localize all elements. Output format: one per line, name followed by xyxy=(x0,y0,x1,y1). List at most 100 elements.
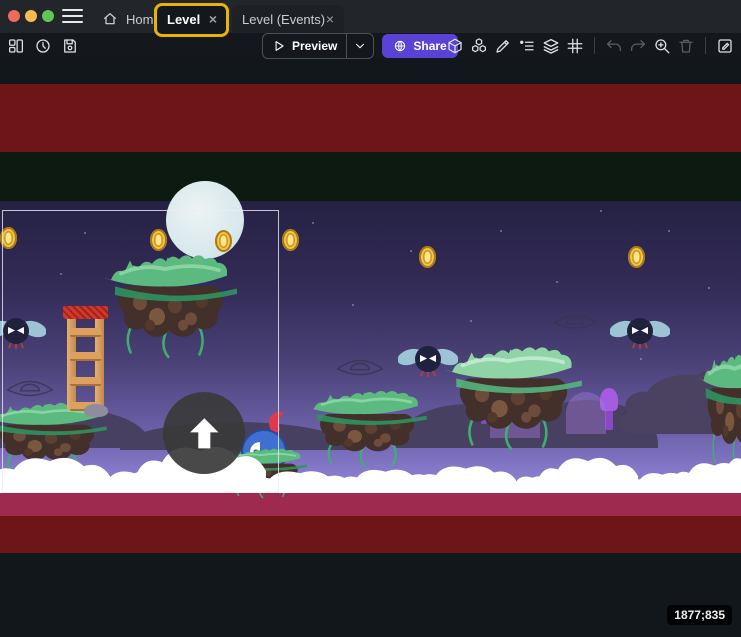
coin[interactable] xyxy=(0,227,17,249)
platform-top[interactable] xyxy=(105,254,245,362)
eye-outline[interactable] xyxy=(2,376,58,402)
coin-part xyxy=(4,231,13,245)
scene-notes-icon[interactable] xyxy=(716,37,734,55)
platform-top-part xyxy=(145,320,155,331)
ground-strip xyxy=(0,493,741,516)
coin-part xyxy=(286,233,295,247)
preview-button[interactable]: Preview xyxy=(262,33,374,59)
jump-button-part xyxy=(183,412,226,455)
platform-selected[interactable] xyxy=(446,346,590,454)
star xyxy=(640,358,642,360)
object-groups-icon[interactable] xyxy=(470,37,488,55)
eye-outline-part xyxy=(332,355,388,381)
eye-outline-part xyxy=(8,382,53,396)
panels-icon[interactable] xyxy=(7,37,25,55)
app-window: Home Level × Level (Events) × Previ xyxy=(0,0,741,637)
cloud-part xyxy=(416,466,516,493)
cloud[interactable] xyxy=(416,461,516,493)
preview-dropdown-button[interactable] xyxy=(346,34,373,58)
zoom-in-icon[interactable] xyxy=(653,37,671,55)
edit-icon[interactable] xyxy=(494,37,512,55)
redo-icon[interactable] xyxy=(629,37,647,55)
cloud-part xyxy=(538,451,638,493)
share-label: Share xyxy=(413,39,446,53)
eye-outline[interactable] xyxy=(332,355,388,381)
bat-enemy[interactable] xyxy=(0,310,46,354)
bat-enemy-part xyxy=(610,310,670,354)
maximize-window-button[interactable] xyxy=(42,10,54,22)
star xyxy=(470,320,472,322)
chevron-down-icon xyxy=(353,39,367,53)
cloud[interactable] xyxy=(538,451,638,493)
bat-enemy-part xyxy=(0,310,46,354)
bat-enemy[interactable] xyxy=(398,338,458,382)
red-zone-bottom xyxy=(0,516,741,553)
cloud-part xyxy=(714,451,741,493)
platform-middle[interactable] xyxy=(308,390,434,470)
cloud[interactable] xyxy=(714,451,741,493)
objects-3d-icon[interactable] xyxy=(446,37,464,55)
jump-button-part xyxy=(190,418,218,448)
platform-right-edge-part xyxy=(723,425,729,437)
globe-icon xyxy=(393,39,407,53)
preview-label: Preview xyxy=(292,39,337,53)
tab-level-events-label: Level (Events) xyxy=(242,12,325,27)
platform-top-part xyxy=(105,254,245,362)
coin[interactable] xyxy=(282,229,299,251)
dark-strip xyxy=(0,152,741,201)
undo-icon[interactable] xyxy=(605,37,623,55)
minimize-window-button[interactable] xyxy=(25,10,37,22)
eye-outline[interactable] xyxy=(547,310,603,334)
coin[interactable] xyxy=(628,246,645,268)
ladder-part xyxy=(70,328,101,337)
eye-outline-part xyxy=(547,310,603,334)
home-icon xyxy=(102,11,118,27)
bat-enemy-part xyxy=(398,338,458,382)
tab-level-events[interactable]: Level (Events) × xyxy=(232,5,344,33)
bat-enemy[interactable] xyxy=(610,310,670,354)
coin[interactable] xyxy=(150,229,167,251)
coin[interactable] xyxy=(419,246,436,268)
close-tab-icon[interactable]: × xyxy=(209,12,217,26)
coin[interactable] xyxy=(215,230,232,252)
menu-icon[interactable] xyxy=(62,9,83,24)
platform-middle-part xyxy=(344,439,353,447)
history-icon[interactable] xyxy=(34,37,52,55)
eye-outline-part xyxy=(21,384,40,390)
trash-icon[interactable] xyxy=(677,37,695,55)
tab-home-label: Home xyxy=(126,12,161,27)
instances-list-icon[interactable] xyxy=(518,37,536,55)
cloud[interactable] xyxy=(250,467,350,493)
star xyxy=(500,230,502,232)
play-icon xyxy=(272,39,286,53)
bat-enemy-part xyxy=(3,318,29,344)
star xyxy=(668,230,670,232)
ladder-part xyxy=(70,377,101,386)
eye-outline-part xyxy=(2,376,58,402)
ladder[interactable] xyxy=(63,306,108,410)
eye-outline-part xyxy=(338,361,383,375)
rock[interactable] xyxy=(84,404,108,417)
toolbar-divider xyxy=(594,37,595,54)
cloud-part xyxy=(538,458,638,493)
close-tab-icon[interactable]: × xyxy=(326,12,334,26)
ladder-part xyxy=(70,352,101,361)
red-zone-top xyxy=(0,84,741,152)
jump-button[interactable] xyxy=(163,392,245,474)
save-icon[interactable] xyxy=(61,37,79,55)
cloud-part xyxy=(416,461,516,493)
cloud-part xyxy=(714,458,741,493)
close-window-button[interactable] xyxy=(8,10,20,22)
player-character-part xyxy=(269,412,284,433)
tab-level-label: Level xyxy=(167,12,200,27)
moon[interactable] xyxy=(166,181,244,259)
scene-editor-canvas[interactable] xyxy=(0,58,741,637)
platform-top-part xyxy=(178,320,188,331)
star xyxy=(708,287,710,289)
star xyxy=(312,222,314,224)
bat-enemy-part xyxy=(627,318,653,344)
tab-level[interactable]: Level × xyxy=(157,5,227,33)
eye-outline-part xyxy=(554,315,595,328)
layers-icon[interactable] xyxy=(542,37,560,55)
grid-icon[interactable] xyxy=(566,37,584,55)
